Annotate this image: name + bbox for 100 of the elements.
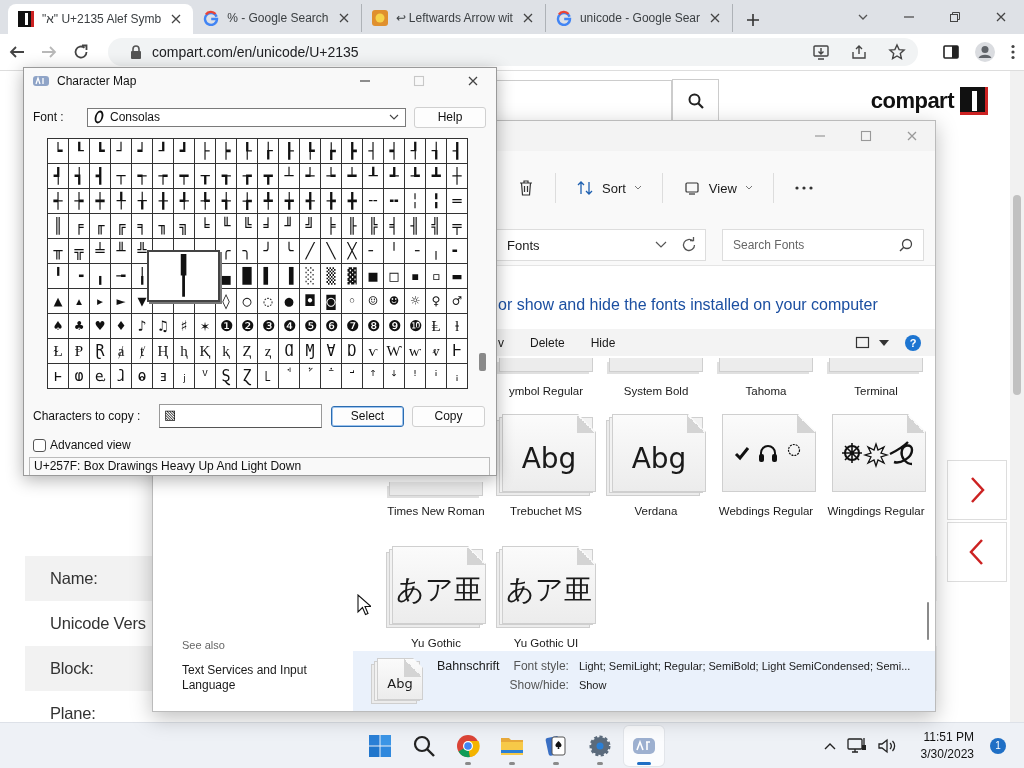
character-cell[interactable]: ꜞ bbox=[426, 364, 446, 388]
character-cell[interactable]: ┨ bbox=[447, 139, 467, 163]
character-cell[interactable]: ⱽ bbox=[195, 364, 215, 388]
character-cell[interactable]: ╅ bbox=[216, 189, 236, 213]
character-cell[interactable]: ╓ bbox=[90, 214, 110, 238]
character-cell[interactable]: ╼ bbox=[111, 264, 131, 288]
gear-icon[interactable] bbox=[588, 733, 612, 758]
character-cell[interactable]: ■ bbox=[363, 264, 383, 288]
character-cell[interactable]: ╍ bbox=[384, 189, 404, 213]
character-cell[interactable]: ┦ bbox=[405, 139, 425, 163]
character-cell[interactable]: ╧ bbox=[90, 239, 110, 263]
character-cell[interactable]: ꜚ bbox=[342, 364, 362, 388]
character-cell[interactable]: ╳ bbox=[342, 239, 362, 263]
character-cell[interactable]: ┶ bbox=[321, 164, 341, 188]
character-cell[interactable]: ꜘ bbox=[300, 364, 320, 388]
font-tile[interactable]: Abg bbox=[606, 414, 706, 496]
character-cell[interactable]: ◌ bbox=[258, 289, 278, 313]
character-cell[interactable]: ╷ bbox=[426, 239, 446, 263]
character-cell[interactable]: ┽ bbox=[48, 189, 68, 213]
character-cell[interactable]: ♫ bbox=[153, 314, 173, 338]
character-cell[interactable]: ┼ bbox=[447, 164, 467, 188]
scrollbar-thumb[interactable] bbox=[1013, 195, 1021, 395]
character-cell[interactable]: ╠ bbox=[363, 214, 383, 238]
sort-button[interactable]: Sort bbox=[568, 173, 650, 203]
character-cell[interactable]: ▸ bbox=[90, 289, 110, 313]
character-cell[interactable]: ╉ bbox=[300, 189, 320, 213]
character-cell[interactable]: ╛ bbox=[258, 214, 278, 238]
character-cell[interactable]: ╥ bbox=[48, 239, 68, 263]
view-button[interactable]: View bbox=[674, 173, 761, 203]
character-cell[interactable]: ▓ bbox=[342, 264, 362, 288]
action-link[interactable]: Hide bbox=[590, 335, 616, 350]
character-cell[interactable]: ┾ bbox=[69, 189, 89, 213]
character-cell[interactable]: ┮ bbox=[153, 164, 173, 188]
character-cell[interactable]: Ⱳ bbox=[384, 339, 404, 363]
character-cell[interactable]: ❾ bbox=[384, 314, 404, 338]
font-tile[interactable] bbox=[609, 358, 703, 372]
character-cell[interactable]: Ⱪ bbox=[195, 339, 215, 363]
character-cell[interactable]: ╏ bbox=[426, 189, 446, 213]
font-tile[interactable]: あア亜 bbox=[496, 546, 596, 628]
character-cell[interactable]: ꜝ bbox=[405, 364, 425, 388]
new-tab-icon[interactable] bbox=[745, 12, 761, 28]
character-cell[interactable]: ꜛ bbox=[363, 364, 383, 388]
action-link[interactable]: Delete bbox=[530, 335, 565, 350]
character-cell[interactable]: ┰ bbox=[195, 164, 215, 188]
character-cell[interactable]: ┝ bbox=[216, 139, 236, 163]
character-cell[interactable]: ┴ bbox=[279, 164, 299, 188]
character-cell[interactable]: ◙ bbox=[321, 289, 341, 313]
character-cell[interactable]: ☻ bbox=[384, 289, 404, 313]
character-cell[interactable]: Ɒ bbox=[342, 339, 362, 363]
character-cell[interactable]: ┤ bbox=[363, 139, 383, 163]
character-cell[interactable]: ⱷ bbox=[69, 364, 89, 388]
action-link[interactable]: v bbox=[498, 335, 504, 350]
character-cell[interactable]: ☺ bbox=[363, 289, 383, 313]
character-cell[interactable]: ╃ bbox=[174, 189, 194, 213]
character-cell[interactable]: ┗ bbox=[90, 139, 110, 163]
character-cell[interactable]: ⱨ bbox=[174, 339, 194, 363]
character-cell[interactable]: ♀ bbox=[426, 289, 446, 313]
character-cell[interactable]: ╋ bbox=[342, 189, 362, 213]
character-cell[interactable]: ╴ bbox=[363, 239, 383, 263]
character-cell[interactable]: ┹ bbox=[384, 164, 404, 188]
character-cell[interactable]: ╩ bbox=[132, 239, 152, 263]
character-cell[interactable]: ⱻ bbox=[153, 364, 173, 388]
reload-icon[interactable] bbox=[72, 43, 90, 61]
character-cell[interactable]: ░ bbox=[300, 264, 320, 288]
maximize-icon[interactable] bbox=[948, 10, 962, 24]
help-button[interactable]: Help bbox=[414, 106, 486, 128]
character-cell[interactable]: ◘ bbox=[300, 289, 320, 313]
character-cell[interactable]: ┬ bbox=[111, 164, 131, 188]
font-tile[interactable] bbox=[719, 358, 813, 372]
browser-tab[interactable]: % - Google Search bbox=[193, 4, 362, 32]
character-cell[interactable]: ┷ bbox=[342, 164, 362, 188]
character-cell[interactable]: ┿ bbox=[90, 189, 110, 213]
search-field[interactable]: Search Fonts bbox=[722, 229, 924, 261]
character-cell[interactable]: ╺ bbox=[69, 264, 89, 288]
previous-button[interactable] bbox=[947, 522, 1007, 582]
character-cell[interactable]: ╙ bbox=[216, 214, 236, 238]
character-cell[interactable]: ┘ bbox=[111, 139, 131, 163]
character-cell[interactable]: Ɐ bbox=[321, 339, 341, 363]
character-cell[interactable]: ┥ bbox=[384, 139, 404, 163]
character-cell[interactable]: ┻ bbox=[426, 164, 446, 188]
character-cell[interactable]: ❽ bbox=[363, 314, 383, 338]
character-cell[interactable]: ┙ bbox=[132, 139, 152, 163]
notification-badge[interactable]: 1 bbox=[990, 737, 1006, 754]
character-cell[interactable]: ╶ bbox=[405, 239, 425, 263]
close-icon[interactable] bbox=[466, 74, 480, 88]
character-cell[interactable]: ❶ bbox=[216, 314, 236, 338]
close-icon[interactable] bbox=[708, 11, 722, 25]
character-cell[interactable]: ┞ bbox=[237, 139, 257, 163]
character-cell[interactable]: ╖ bbox=[153, 214, 173, 238]
character-cell[interactable]: ▫ bbox=[426, 264, 446, 288]
character-cell[interactable]: ╚ bbox=[237, 214, 257, 238]
link[interactable]: Text Services and Input Language bbox=[182, 663, 322, 693]
character-cell[interactable]: ╦ bbox=[69, 239, 89, 263]
character-cell[interactable]: ╈ bbox=[279, 189, 299, 213]
character-cell[interactable]: ┸ bbox=[363, 164, 383, 188]
browser-tab[interactable]: ↩ Leftwards Arrow wit bbox=[361, 4, 546, 32]
character-cell[interactable]: ┛ bbox=[174, 139, 194, 163]
character-cell[interactable]: ╇ bbox=[258, 189, 278, 213]
scrollbar-thumb[interactable] bbox=[479, 353, 486, 371]
character-cell[interactable]: Ᵽ bbox=[69, 339, 89, 363]
